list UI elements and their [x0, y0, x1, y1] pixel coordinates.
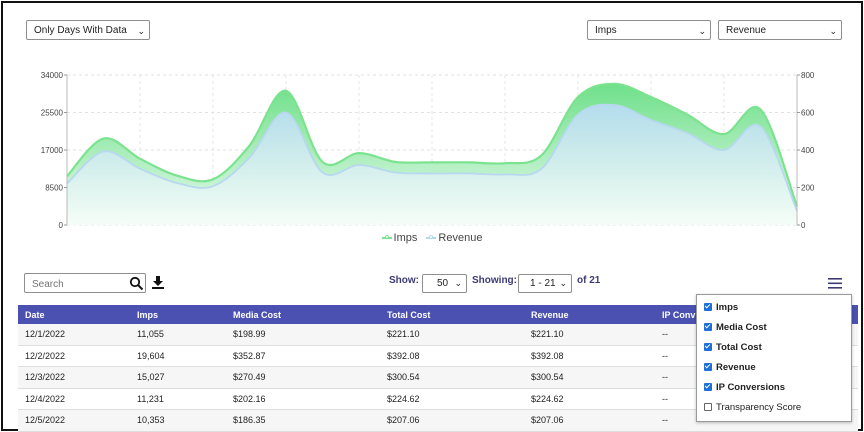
search-icon[interactable]: [129, 276, 144, 291]
table-cell: $221.10: [524, 324, 655, 346]
table-cell: 12/3/2022: [18, 366, 130, 389]
y-right-tick-label: 0: [801, 221, 806, 230]
table-cell: $300.54: [524, 366, 655, 389]
y-left-tick-label: 25500: [41, 109, 64, 118]
table-cell: $186.35: [226, 409, 380, 432]
page-range-select[interactable]: 1 - 21 ⌄: [518, 274, 572, 293]
table-cell: 12/1/2022: [18, 324, 130, 346]
table-cell: $224.62: [380, 388, 524, 410]
y-right-tick-label: 600: [801, 109, 815, 118]
column-toggle[interactable]: IP Conversions: [704, 382, 785, 393]
column-toggle-label: Revenue: [716, 362, 756, 373]
table-cell: $207.06: [380, 409, 524, 432]
legend-swatch: [426, 235, 437, 240]
table-cell: $207.06: [524, 409, 655, 432]
show-label: Show:: [389, 275, 419, 286]
column-toggle-label: Total Cost: [716, 342, 762, 353]
y-right-tick-label: 800: [801, 71, 815, 80]
hamburger-menu-icon[interactable]: [828, 278, 842, 289]
table-cell: $392.08: [380, 345, 524, 367]
column-toggle[interactable]: Revenue: [704, 362, 756, 373]
checkbox-unchecked-icon[interactable]: [704, 403, 712, 411]
checkbox-checked-icon[interactable]: [704, 363, 712, 371]
column-toggle[interactable]: Total Cost: [704, 342, 762, 353]
total-count-label: of 21: [577, 275, 601, 286]
table-cell: $198.99: [226, 324, 380, 346]
legend-label: Imps: [393, 232, 418, 244]
y-left-tick-label: 8500: [45, 184, 63, 193]
column-header-revenue[interactable]: Revenue: [524, 305, 655, 324]
table-cell: $352.87: [226, 345, 380, 367]
page-size-select[interactable]: 50 ⌄: [422, 274, 467, 293]
table-cell: 12/5/2022: [18, 409, 130, 432]
table-cell: $270.49: [226, 366, 380, 389]
column-picker-panel: Imps Media Cost Total Cost Revenue IP Conver…: [696, 294, 852, 422]
y-left-tick-label: 34000: [41, 71, 64, 80]
legend-item-imps[interactable]: Imps: [381, 232, 418, 244]
download-icon[interactable]: [152, 276, 164, 289]
search-input[interactable]: [30, 275, 129, 293]
table-cell: $224.62: [524, 388, 655, 410]
column-toggle[interactable]: Transparency Score: [704, 402, 801, 413]
column-toggle-label: Media Cost: [716, 322, 767, 333]
table-cell: 19,604: [130, 345, 226, 367]
table-cell: $221.10: [380, 324, 524, 346]
chevron-down-icon: ⌄: [559, 278, 567, 288]
column-header-imps[interactable]: Imps: [130, 305, 226, 324]
showing-label: Showing:: [472, 275, 517, 286]
y-left-tick-label: 17000: [41, 146, 64, 155]
table-cell: $392.08: [524, 345, 655, 367]
column-header-total-cost[interactable]: Total Cost: [380, 305, 524, 324]
area-chart: 0 8500 17000 25500 34000 0 200 400 600 800: [41, 71, 815, 230]
checkbox-checked-icon[interactable]: [704, 343, 712, 351]
y-left-tick-label: 0: [59, 221, 64, 230]
legend-label: Revenue: [438, 232, 483, 244]
table-cell: 12/2/2022: [18, 345, 130, 367]
page-range-value: 1 - 21: [530, 278, 556, 289]
column-header-media-cost[interactable]: Media Cost: [226, 305, 380, 324]
table-cell: 12/4/2022: [18, 388, 130, 410]
checkbox-checked-icon[interactable]: [704, 323, 712, 331]
y-right-tick-label: 400: [801, 146, 815, 155]
column-toggle[interactable]: Imps: [704, 302, 738, 313]
legend-swatch: [381, 235, 392, 240]
y-right-tick-label: 200: [801, 184, 815, 193]
table-cell: 11,231: [130, 388, 226, 410]
column-toggle-label: Imps: [716, 302, 739, 313]
table-cell: 11,055: [130, 324, 226, 346]
chart-legend: Imps Revenue: [0, 232, 864, 244]
table-cell: 15,027: [130, 366, 226, 389]
chevron-down-icon: ⌄: [454, 278, 462, 288]
table-cell: $202.16: [226, 388, 380, 410]
column-toggle-label: IP Conversions: [716, 382, 785, 393]
table-cell: $300.54: [380, 366, 524, 389]
checkbox-checked-icon[interactable]: [704, 303, 712, 311]
checkbox-checked-icon[interactable]: [704, 383, 712, 391]
page-size-value: 50: [437, 278, 449, 289]
search-box: [24, 273, 146, 293]
legend-item-revenue[interactable]: Revenue: [426, 232, 482, 244]
column-toggle-label: Transparency Score: [716, 402, 802, 413]
column-toggle[interactable]: Media Cost: [704, 322, 767, 333]
column-header-date[interactable]: Date: [18, 305, 130, 324]
table-cell: 10,353: [130, 409, 226, 432]
